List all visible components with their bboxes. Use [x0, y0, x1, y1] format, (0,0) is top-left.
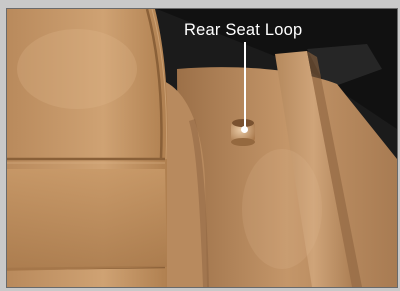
- callout-leader-dot: [241, 126, 248, 133]
- rear-seat-photo: [6, 8, 398, 288]
- callout-leader-line: [244, 42, 246, 129]
- image-frame: Rear Seat Loop: [0, 0, 400, 291]
- seat-illustration: [7, 9, 397, 287]
- rear-seat-loop-label: Rear Seat Loop: [184, 21, 303, 39]
